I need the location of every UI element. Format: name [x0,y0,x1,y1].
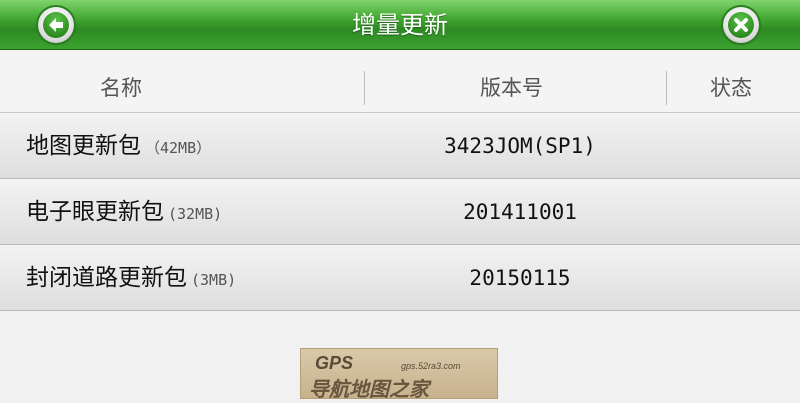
watermark-logo: GPS gps.52ra3.com 导航地图之家 [300,348,498,401]
table-row[interactable]: 电子眼更新包 (32MB) 201411001 [0,179,800,245]
package-version: 20150115 [469,266,571,290]
column-header-version: 版本号 [480,76,543,100]
package-status [668,179,800,245]
column-header-status: 状态 [710,76,752,100]
package-name: 地图更新包 （42MB） [26,113,211,179]
package-name: 电子眼更新包 (32MB) [26,179,222,245]
package-name-text: 地图更新包 [26,133,141,159]
package-status [668,113,800,179]
table-row[interactable]: 封闭道路更新包 (3MB) 20150115 [0,245,800,311]
column-divider [364,71,365,105]
package-name-text: 封闭道路更新包 [26,265,187,291]
title-bar: 增量更新 [0,0,800,50]
table-row[interactable]: 地图更新包 （42MB） 3423JOM(SP1) [0,113,800,179]
package-size: (3MB) [191,271,237,289]
close-button[interactable] [723,7,759,43]
table-header: 名称 版本号 状态 [0,51,800,113]
package-status [668,245,800,311]
column-divider [666,71,667,105]
watermark-text: 导航地图之家 [309,377,429,401]
package-version: 201411001 [463,200,577,224]
watermark-url: gps.52ra3.com [401,361,461,371]
close-icon [734,18,748,32]
package-version: 3423JOM(SP1) [444,134,596,158]
page-title: 增量更新 [352,11,448,39]
watermark-brand: GPS [315,353,354,373]
package-name: 封闭道路更新包 (3MB) [26,245,236,311]
column-header-name: 名称 [100,76,142,100]
package-size: (32MB) [168,205,223,223]
package-size: （42MB） [145,139,212,157]
package-name-text: 电子眼更新包 [26,199,164,225]
